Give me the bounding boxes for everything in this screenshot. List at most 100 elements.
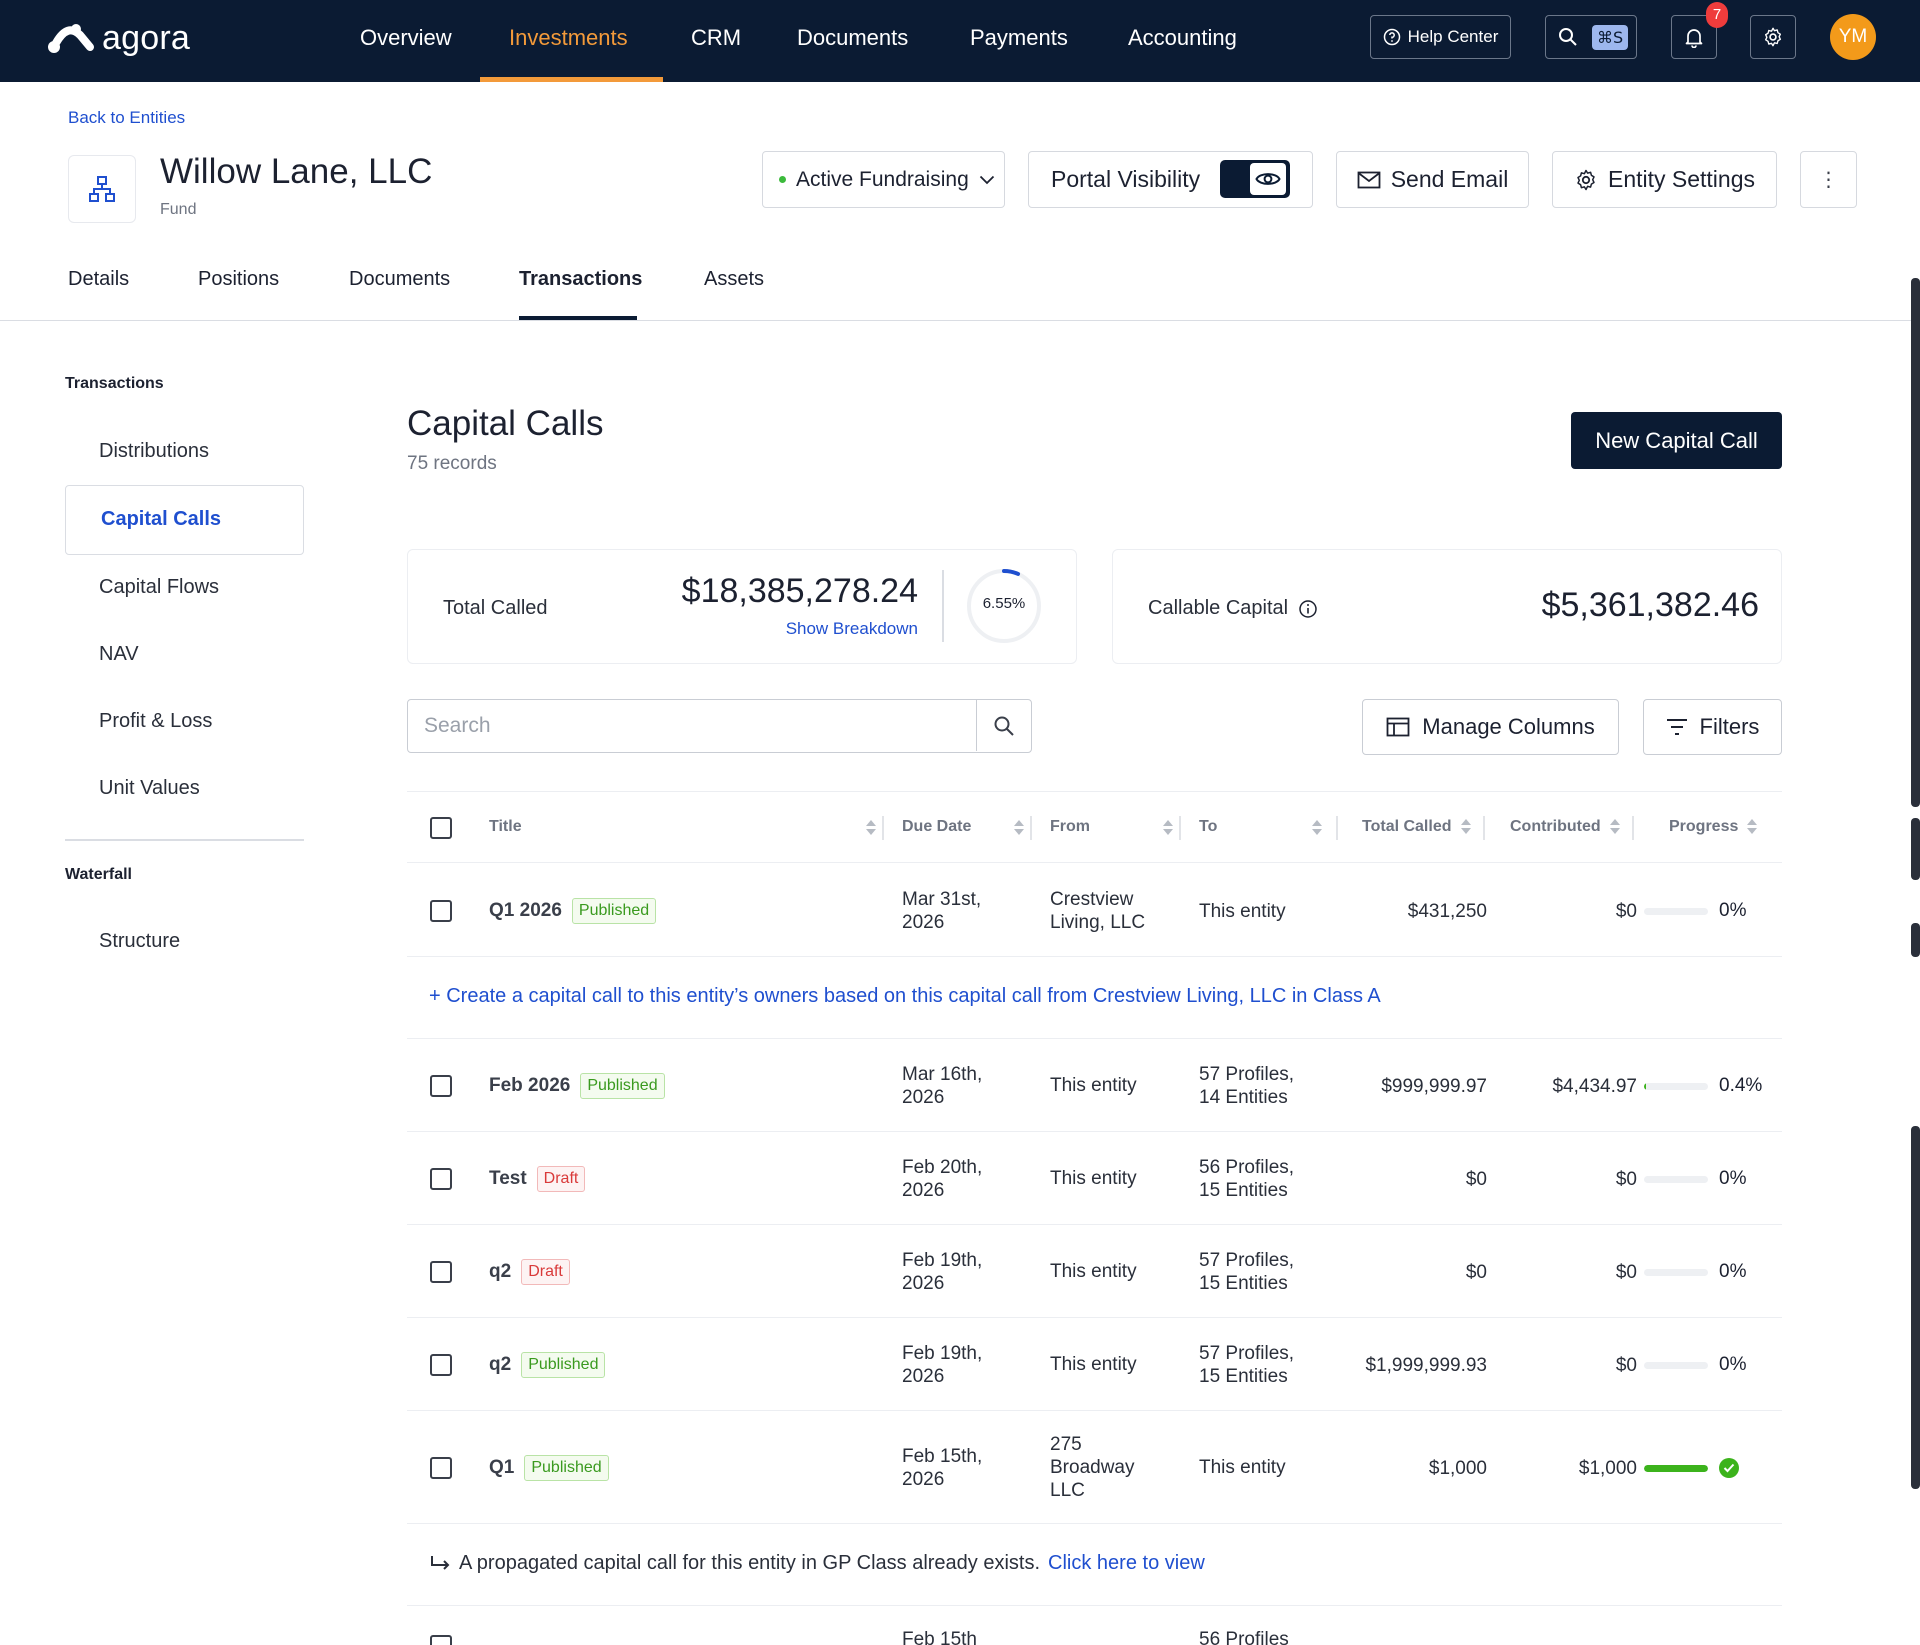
send-email-button[interactable]: Send Email [1336, 151, 1529, 208]
filters-button[interactable]: Filters [1643, 699, 1782, 755]
title-cell[interactable]: Q1 Published [489, 1452, 609, 1484]
nav-payments[interactable]: Payments [970, 0, 1068, 82]
scrollbar-thumb[interactable] [1911, 818, 1920, 880]
info-icon[interactable] [1298, 599, 1318, 619]
row-checkbox[interactable] [430, 1635, 452, 1645]
tab-positions[interactable]: Positions [198, 268, 279, 291]
capital-call-title[interactable]: q2 [489, 1261, 511, 1283]
back-to-entities-link[interactable]: Back to Entities [68, 108, 185, 128]
from-cell: 275 Broadway LLC [1050, 1433, 1135, 1502]
show-breakdown-link[interactable]: Show Breakdown [786, 619, 918, 639]
row-checkbox[interactable] [430, 900, 452, 922]
column-header-total-called[interactable]: Total Called [1362, 818, 1472, 836]
capital-call-title[interactable]: Feb 2026 [489, 1075, 570, 1097]
search-input[interactable] [408, 700, 976, 751]
table-row[interactable]: q2 Published Feb 19th, 2026 This entity 5… [407, 1318, 1782, 1411]
due-date-line: Feb 20th, [902, 1156, 983, 1178]
progress-bar [1644, 1361, 1708, 1369]
nav-crm[interactable]: CRM [691, 0, 741, 82]
column-header-title[interactable]: Title [489, 818, 522, 836]
portal-visibility-toggle[interactable] [1220, 160, 1290, 198]
nav-documents[interactable]: Documents [797, 0, 908, 82]
title-cell[interactable]: Feb 2026 Published [489, 1070, 665, 1102]
table-row[interactable]: q2 Draft Feb 19th, 2026 This entity 57 Pr… [407, 1225, 1782, 1318]
capital-call-title[interactable]: Q1 [489, 1457, 514, 1479]
progress-bar [1644, 908, 1708, 915]
column-header-due-date[interactable]: Due Date [902, 818, 971, 836]
progress-bar [1644, 1268, 1708, 1276]
table-row[interactable]: Q1 Published Feb 15th, 2026 275 Broadway L… [407, 1411, 1782, 1524]
sidebar-item-capital-flows[interactable]: Capital Flows [99, 576, 219, 599]
settings-button[interactable] [1750, 15, 1796, 59]
column-contributed-label: Contributed [1510, 818, 1601, 835]
sidebar-item-unit-values[interactable]: Unit Values [99, 777, 200, 800]
capital-call-title[interactable]: q2 [489, 1354, 511, 1376]
progress-percent: 0% [1719, 900, 1747, 921]
more-options-button[interactable]: ⋮ [1800, 151, 1857, 208]
agora-logo[interactable]: agora [46, 18, 190, 58]
nav-overview[interactable]: Overview [360, 0, 452, 82]
scrollbar-thumb[interactable] [1911, 278, 1920, 807]
capital-call-title[interactable]: Test [489, 1168, 527, 1190]
select-all-checkbox[interactable] [430, 817, 452, 839]
sidebar-item-nav[interactable]: NAV [99, 643, 139, 666]
row-checkbox[interactable] [430, 1456, 452, 1479]
to-cell: 56 Profiles, 15 Entities [1199, 1156, 1294, 1202]
search-submit-button[interactable] [976, 700, 1031, 751]
user-avatar[interactable]: YM [1830, 14, 1876, 60]
portal-visibility-control: Portal Visibility [1028, 151, 1313, 208]
nav-accounting[interactable]: Accounting [1128, 0, 1237, 82]
table-row[interactable]: Feb 2026 Published Mar 16th, 2026 This e… [407, 1039, 1782, 1132]
from-cell: Crestview Living, LLC [1050, 888, 1145, 934]
from-line: This entity [1050, 1168, 1137, 1189]
scrollbar-thumb[interactable] [1911, 1126, 1920, 1489]
tab-details[interactable]: Details [68, 268, 129, 291]
row-checkbox[interactable] [430, 1353, 452, 1376]
title-cell[interactable]: Test Draft [489, 1163, 586, 1195]
global-search-button[interactable]: ⌘S [1545, 15, 1637, 59]
row-checkbox[interactable] [430, 1074, 452, 1097]
column-divider [1632, 816, 1634, 840]
sort-icon[interactable] [1013, 819, 1025, 837]
new-capital-call-button[interactable]: New Capital Call [1571, 412, 1782, 469]
nav-investments[interactable]: Investments [509, 0, 628, 82]
progress-bar [1644, 1175, 1708, 1183]
capital-call-title[interactable]: Q1 2026 [489, 900, 562, 922]
table-row[interactable]: Q1 2026 Published Mar 31st, 2026 Crestvi… [407, 865, 1782, 957]
sort-icon[interactable] [1746, 818, 1758, 836]
create-capital-call-link[interactable]: + Create a capital call to this entity’s… [429, 985, 1381, 1008]
column-header-from[interactable]: From [1050, 818, 1090, 836]
table-row[interactable]: Feb 15th 56 Profiles [407, 1606, 1782, 1645]
title-cell[interactable]: Q1 2026 Published [489, 895, 657, 927]
tab-transactions[interactable]: Transactions [519, 268, 642, 291]
sort-icon[interactable] [1311, 819, 1323, 837]
sidebar-item-profit-loss[interactable]: Profit & Loss [99, 710, 212, 733]
column-divider [1336, 816, 1338, 840]
row-checkbox[interactable] [430, 1260, 452, 1283]
title-cell[interactable]: q2 Published [489, 1349, 606, 1381]
help-center-button[interactable]: Help Center [1370, 15, 1511, 59]
sort-icon[interactable] [865, 819, 877, 837]
sidebar-item-structure[interactable]: Structure [99, 930, 180, 953]
click-here-to-view-link[interactable]: Click here to view [1048, 1552, 1205, 1575]
tab-documents[interactable]: Documents [349, 268, 450, 291]
to-cell: 57 Profiles, 15 Entities [1199, 1342, 1294, 1388]
tab-assets[interactable]: Assets [704, 268, 764, 291]
entity-settings-button[interactable]: Entity Settings [1552, 151, 1777, 208]
sort-icon[interactable] [1609, 818, 1621, 836]
scrollbar-thumb[interactable] [1911, 923, 1920, 957]
table-row[interactable]: Test Draft Feb 20th, 2026 This entity 56 … [407, 1132, 1782, 1225]
sort-icon[interactable] [1460, 818, 1472, 836]
sort-icon[interactable] [1162, 819, 1174, 837]
column-header-to[interactable]: To [1199, 818, 1217, 836]
column-header-contributed[interactable]: Contributed [1510, 818, 1621, 836]
fundraising-status-dropdown[interactable]: Active Fundraising [762, 151, 1005, 208]
due-date-year: 2026 [902, 1365, 945, 1387]
sidebar-item-distributions[interactable]: Distributions [99, 440, 209, 463]
column-divider [1179, 816, 1181, 840]
title-cell[interactable]: q2 Draft [489, 1256, 570, 1288]
column-header-progress[interactable]: Progress [1669, 818, 1758, 836]
manage-columns-button[interactable]: Manage Columns [1362, 699, 1619, 755]
row-checkbox[interactable] [430, 1167, 452, 1190]
sidebar-item-capital-calls[interactable]: Capital Calls [65, 485, 304, 555]
